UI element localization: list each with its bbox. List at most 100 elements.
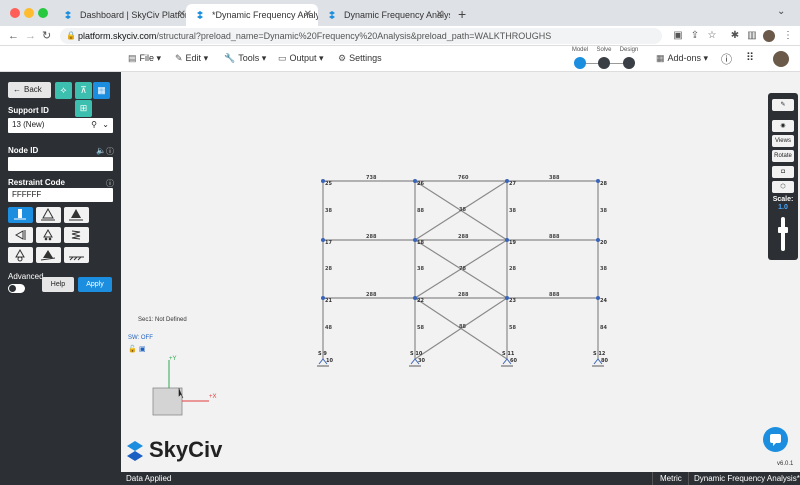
member-label: 288 bbox=[458, 292, 469, 298]
node-label: 27 bbox=[509, 181, 516, 187]
node-label: 10 bbox=[326, 358, 333, 364]
table-view-button[interactable]: ▦ bbox=[93, 82, 110, 99]
close-window-button[interactable] bbox=[10, 8, 20, 18]
sw-status[interactable]: SW: OFF bbox=[128, 335, 153, 341]
file-menu[interactable]: ▤ File ▾ bbox=[128, 53, 161, 64]
browser-tab-active[interactable]: *Dynamic Frequency Analysis | ✕ bbox=[186, 4, 318, 26]
support-id-label: Support ID bbox=[8, 106, 49, 115]
url-field[interactable]: 🔒 platform.skyciv.com/structural?preload… bbox=[60, 28, 662, 44]
support-shape-button[interactable]: ⟡ bbox=[55, 82, 72, 99]
free-support-icon[interactable] bbox=[64, 247, 89, 263]
chat-button[interactable] bbox=[763, 427, 788, 452]
step-solve-button[interactable] bbox=[598, 57, 610, 69]
step-design-button[interactable] bbox=[623, 57, 635, 69]
roller-x-support-icon[interactable] bbox=[8, 227, 33, 243]
new-tab-button[interactable]: + bbox=[458, 4, 466, 24]
chevron-down-icon[interactable]: ⌄ bbox=[777, 6, 785, 17]
profile-avatar[interactable] bbox=[763, 30, 775, 42]
sidebar-icon[interactable]: ▥ bbox=[746, 30, 758, 42]
install-app-icon[interactable]: ▣ bbox=[672, 30, 684, 42]
pinned-support-icon[interactable] bbox=[36, 207, 61, 223]
output-menu[interactable]: ▭ Output ▾ bbox=[278, 53, 324, 64]
advanced-label: Advanced bbox=[8, 272, 44, 281]
views-button[interactable]: Views bbox=[772, 135, 794, 147]
skyciv-favicon-icon bbox=[65, 11, 71, 19]
camera-icon[interactable]: ◘ bbox=[772, 166, 794, 178]
pinned-support-alt-icon[interactable] bbox=[64, 207, 89, 223]
chat-icon bbox=[770, 434, 781, 446]
edit-menu[interactable]: ✎ Edit ▾ bbox=[175, 53, 208, 64]
member-label: 288 bbox=[366, 292, 377, 298]
browser-tab-bar: Dashboard | SkyCiv Platform ✕ *Dynamic F… bbox=[0, 0, 800, 26]
tab-title: *Dynamic Frequency Analysis | bbox=[212, 10, 318, 20]
node-id-field[interactable] bbox=[8, 157, 113, 171]
fixed-support-icon[interactable] bbox=[8, 207, 33, 223]
minimize-window-button[interactable] bbox=[24, 8, 34, 18]
step-model-button[interactable] bbox=[574, 57, 586, 69]
extensions-icon[interactable]: ✱ bbox=[729, 30, 741, 42]
slider-thumb[interactable] bbox=[778, 227, 788, 233]
eye-icon[interactable]: ◉ bbox=[772, 120, 794, 132]
help-circle-icon[interactable]: ⓘ bbox=[721, 51, 732, 67]
member-label: 88 bbox=[459, 324, 466, 330]
member-label: 48 bbox=[325, 325, 332, 331]
browser-tab[interactable]: Dashboard | SkyCiv Platform ✕ bbox=[54, 4, 192, 26]
speaker-icon[interactable]: 🔈 bbox=[96, 146, 106, 155]
lock-icon[interactable]: 🔓 bbox=[128, 345, 137, 353]
member-label: 38 bbox=[600, 208, 607, 214]
node-label: 60 bbox=[510, 358, 517, 364]
advanced-toggle[interactable] bbox=[8, 284, 25, 293]
apply-button[interactable]: Apply bbox=[78, 277, 112, 292]
rotate-button[interactable]: Rotate bbox=[772, 150, 794, 162]
inclined-roller-support-icon[interactable] bbox=[36, 247, 61, 263]
edit-menu-label: Edit bbox=[185, 53, 202, 63]
member-label: 58 bbox=[417, 325, 424, 331]
calculator-button[interactable]: ⊞ bbox=[75, 100, 92, 117]
scale-slider[interactable] bbox=[778, 217, 788, 251]
skyciv-favicon-icon bbox=[329, 11, 335, 19]
info-icon[interactable]: ⓘ bbox=[106, 146, 114, 157]
pencil-icon: ✎ bbox=[175, 53, 183, 63]
browser-tab[interactable]: Dynamic Frequency Analysis | ✕ bbox=[318, 4, 450, 26]
addons-menu[interactable]: ▦ Add-ons ▾ bbox=[656, 53, 708, 64]
node-label: 17 bbox=[325, 240, 332, 246]
reload-icon[interactable]: ↻ bbox=[42, 28, 51, 44]
maximize-window-button[interactable] bbox=[38, 8, 48, 18]
close-tab-icon[interactable]: ✕ bbox=[178, 4, 186, 26]
support-id-select[interactable]: 13 (New) ⚲ ⌄ bbox=[8, 118, 113, 133]
settings-menu[interactable]: ⚙ Settings bbox=[338, 53, 382, 64]
member-label: 84 bbox=[600, 325, 607, 331]
step-design-label: Design bbox=[619, 47, 639, 53]
close-tab-icon[interactable]: ✕ bbox=[304, 4, 312, 26]
add-support-button[interactable]: ⊼ bbox=[75, 82, 92, 99]
more-menu-icon[interactable]: ⋮ bbox=[782, 30, 794, 42]
pencil-icon[interactable]: ✎ bbox=[772, 99, 794, 111]
units-label[interactable]: Metric bbox=[660, 472, 682, 485]
apps-grid-icon[interactable]: ⠿ bbox=[746, 51, 754, 64]
rotational-support-icon[interactable] bbox=[8, 247, 33, 263]
help-button[interactable]: Help bbox=[42, 277, 74, 292]
structure-drawing[interactable]: 25 26 27 28 17 18 19 20 21 22 23 24 738 … bbox=[121, 72, 800, 472]
back-arrow-icon[interactable]: ← bbox=[8, 28, 19, 44]
member-label: 288 bbox=[366, 234, 377, 240]
node-label: 24 bbox=[600, 298, 607, 304]
divider bbox=[652, 472, 653, 485]
tools-menu[interactable]: 🔧 Tools ▾ bbox=[224, 53, 266, 64]
bookmark-star-icon[interactable]: ☆ bbox=[706, 30, 718, 42]
share-icon[interactable]: ⇪ bbox=[689, 30, 701, 42]
back-button[interactable]: ← Back bbox=[8, 82, 51, 98]
roller-y-support-icon[interactable] bbox=[36, 227, 61, 243]
app-toolbar: ▤ File ▾ ✎ Edit ▾ 🔧 Tools ▾ ▭ Output ▾ ⚙ Sett… bbox=[0, 46, 800, 72]
chevron-down-icon: ⌄ bbox=[102, 120, 109, 129]
camera-icon[interactable]: ▣ bbox=[139, 345, 146, 353]
url-path: /structural?preload_name=Dynamic%20Frequ… bbox=[156, 31, 552, 41]
user-avatar[interactable] bbox=[773, 51, 789, 67]
node-label: 23 bbox=[509, 298, 516, 304]
cube-icon[interactable]: ⬡ bbox=[772, 181, 794, 193]
model-canvas[interactable]: 25 26 27 28 17 18 19 20 21 22 23 24 738 … bbox=[121, 72, 800, 472]
restraint-code-field[interactable]: FFFFFF bbox=[8, 188, 113, 202]
view-cube[interactable] bbox=[152, 387, 183, 416]
close-tab-icon[interactable]: ✕ bbox=[436, 4, 444, 26]
spring-support-icon[interactable] bbox=[64, 227, 89, 243]
forward-arrow-icon[interactable]: → bbox=[25, 28, 36, 44]
